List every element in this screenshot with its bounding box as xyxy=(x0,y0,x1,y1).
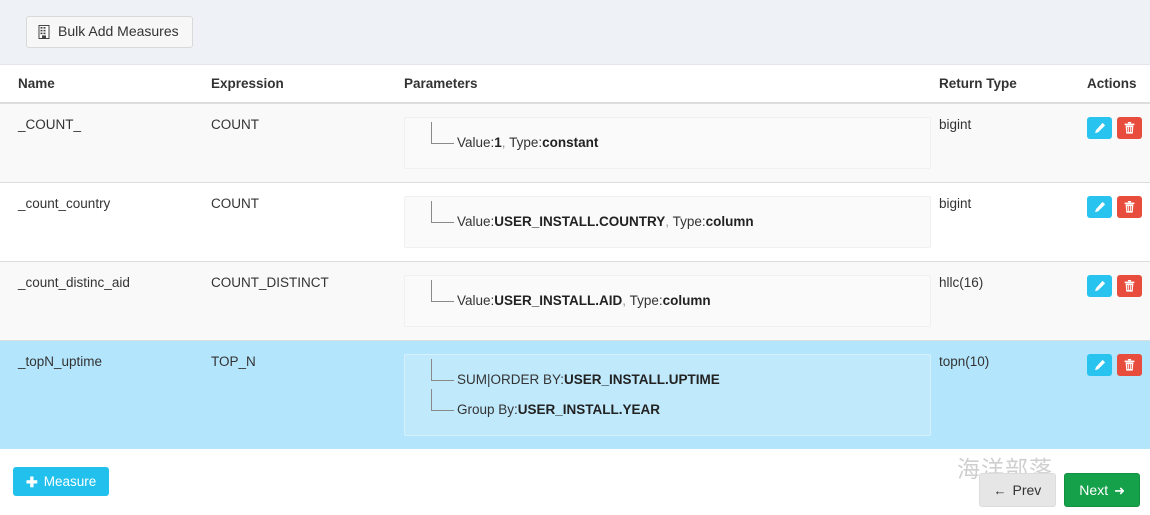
action-buttons xyxy=(1087,196,1150,218)
param-label: Value: xyxy=(457,293,495,308)
cell-name: _count_distinc_aid xyxy=(0,261,211,341)
pencil-icon xyxy=(1094,280,1106,292)
delete-measure-button[interactable] xyxy=(1117,117,1142,139)
header-row: Name Expression Parameters Return Type A… xyxy=(0,65,1150,104)
cell-name: _topN_uptime xyxy=(0,340,211,449)
param-label-2: Type: xyxy=(629,293,663,308)
parameter-line: Value:1, Type:constant xyxy=(405,122,918,158)
cell-actions xyxy=(1087,182,1150,262)
cell-actions xyxy=(1087,340,1150,449)
cell-expression: COUNT_DISTINCT xyxy=(211,261,404,341)
param-label-2: Type: xyxy=(672,214,706,229)
arrow-right-icon: ➜ xyxy=(1114,482,1125,498)
column-header-return-type: Return Type xyxy=(939,65,1087,104)
parameter-panel: Value:USER_INSTALL.AID, Type:column xyxy=(404,275,931,327)
cell-parameters: Value:USER_INSTALL.COUNTRY, Type:column xyxy=(404,182,939,262)
param-label: Group By: xyxy=(457,402,518,417)
trash-icon xyxy=(1124,359,1135,371)
edit-measure-button[interactable] xyxy=(1087,196,1112,218)
param-value: USER_INSTALL.AID xyxy=(494,293,623,308)
edit-measure-button[interactable] xyxy=(1087,117,1112,139)
trash-icon xyxy=(1124,201,1135,213)
param-value: USER_INSTALL.COUNTRY xyxy=(494,214,666,229)
cell-name: _COUNT_ xyxy=(18,117,82,132)
cell-expression: COUNT xyxy=(211,117,259,132)
param-value-2: constant xyxy=(542,135,599,150)
table-row[interactable]: _count_distinc_aid COUNT_DISTINCT Value:US… xyxy=(0,261,1150,341)
param-value-2: column xyxy=(662,293,711,308)
cell-name: _count_country xyxy=(0,182,211,262)
param-value-2: column xyxy=(705,214,754,229)
column-header-name: Name xyxy=(0,65,211,104)
cell-return-type: topn(10) xyxy=(939,340,1087,449)
cell-expression: TOP_N xyxy=(211,340,404,449)
bulk-add-measures-label: Bulk Add Measures xyxy=(58,23,179,40)
action-buttons xyxy=(1087,117,1150,139)
parameter-line: Value:USER_INSTALL.AID, Type:column xyxy=(405,280,918,316)
delete-measure-button[interactable] xyxy=(1117,275,1142,297)
wizard-navigation: ← Prev Next ➜ xyxy=(978,473,1140,507)
cell-parameters: Value:1, Type:constant xyxy=(404,103,939,183)
delete-measure-button[interactable] xyxy=(1117,354,1142,376)
param-value: USER_INSTALL.UPTIME xyxy=(564,372,720,387)
edit-measure-button[interactable] xyxy=(1087,354,1112,376)
toolbar: Bulk Add Measures xyxy=(0,0,1150,65)
parameter-panel: Value:1, Type:constant xyxy=(404,117,931,169)
param-label: Value: xyxy=(457,135,495,150)
action-buttons xyxy=(1087,275,1150,297)
arrow-left-icon: ← xyxy=(993,482,1007,498)
table-row[interactable]: _count_country COUNT Value:USER_INSTALL.CO… xyxy=(0,182,1150,262)
parameter-panel: Value:USER_INSTALL.COUNTRY, Type:column xyxy=(404,196,931,248)
param-label: Value: xyxy=(457,214,495,229)
cell-expression: COUNT xyxy=(211,182,404,262)
prev-button[interactable]: ← Prev xyxy=(978,473,1057,507)
book-icon xyxy=(38,24,51,39)
bulk-add-measures-button[interactable]: Bulk Add Measures xyxy=(26,16,193,48)
parameter-line: Value:USER_INSTALL.COUNTRY, Type:column xyxy=(405,201,918,237)
pencil-icon xyxy=(1094,359,1106,371)
param-label: SUM|ORDER BY: xyxy=(457,372,565,387)
next-label: Next xyxy=(1079,482,1109,498)
measures-table: Name Expression Parameters Return Type A… xyxy=(0,65,1150,449)
add-measure-label: Measure xyxy=(43,474,97,489)
cell-return-type: bigint xyxy=(939,117,972,132)
table-body: _COUNT_ COUNT Value:1, Type:constant bigint… xyxy=(0,103,1150,449)
pencil-icon xyxy=(1094,122,1106,134)
param-separator: , xyxy=(622,293,630,308)
param-separator: , xyxy=(665,214,673,229)
plus-icon: ✚ xyxy=(26,473,38,490)
prev-label: Prev xyxy=(1012,482,1042,498)
pencil-icon xyxy=(1094,201,1106,213)
delete-measure-button[interactable] xyxy=(1117,196,1142,218)
table-row[interactable]: _COUNT_ COUNT Value:1, Type:constant bigint xyxy=(0,103,1150,183)
table-header: Name Expression Parameters Return Type A… xyxy=(0,65,1150,104)
cell-return-type: hllc(16) xyxy=(939,261,1087,341)
cell-return-type: bigint xyxy=(939,182,1087,262)
edit-measure-button[interactable] xyxy=(1087,275,1112,297)
parameter-panel: SUM|ORDER BY:USER_INSTALL.UPTIME Group By… xyxy=(404,354,931,436)
trash-icon xyxy=(1124,122,1135,134)
add-measure-button[interactable]: ✚ Measure xyxy=(13,467,110,496)
param-value: USER_INSTALL.YEAR xyxy=(517,402,661,417)
cell-parameters: Value:USER_INSTALL.AID, Type:column xyxy=(404,261,939,341)
table-row[interactable]: _topN_uptime TOP_N SUM|ORDER BY:USER_INSTA… xyxy=(0,340,1150,449)
cell-actions xyxy=(1087,103,1150,183)
action-buttons xyxy=(1087,354,1150,376)
parameter-line: SUM|ORDER BY:USER_INSTALL.UPTIME xyxy=(405,359,918,395)
column-header-parameters: Parameters xyxy=(404,65,939,104)
trash-icon xyxy=(1124,280,1135,292)
cell-actions xyxy=(1087,261,1150,341)
next-button[interactable]: Next ➜ xyxy=(1064,473,1140,507)
param-label-2: Type: xyxy=(509,135,543,150)
param-separator: , xyxy=(501,135,510,150)
cell-parameters: SUM|ORDER BY:USER_INSTALL.UPTIME Group By… xyxy=(404,340,939,449)
column-header-expression: Expression xyxy=(211,65,404,104)
parameter-line: Group By:USER_INSTALL.YEAR xyxy=(405,389,918,425)
column-header-actions: Actions xyxy=(1087,65,1150,104)
param-value: 1 xyxy=(494,135,502,150)
